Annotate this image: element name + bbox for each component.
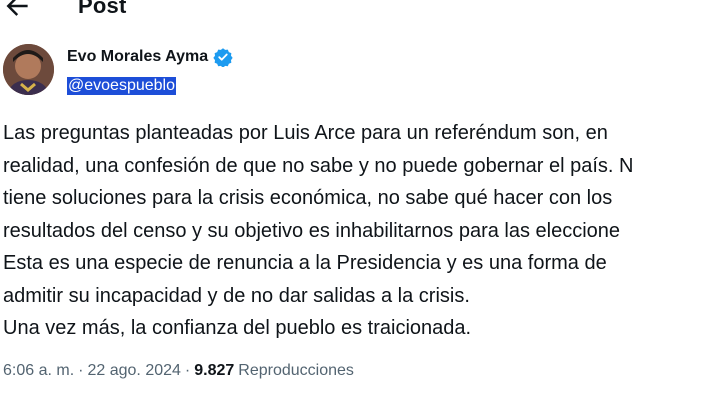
- separator: ·: [184, 362, 191, 379]
- arrow-left-icon[interactable]: [2, 0, 32, 21]
- author-handle[interactable]: @evoespueblo: [67, 77, 176, 95]
- separator: ·: [78, 362, 84, 379]
- post-text: Las preguntas planteadas por Luis Arce p…: [3, 122, 634, 339]
- view-count: 9.827: [194, 362, 235, 379]
- page-title: Post: [78, 0, 127, 18]
- avatar[interactable]: [3, 44, 54, 95]
- post-meta: 6:06 a. m. · 22 ago. 2024 · 9.827 Reprod…: [3, 362, 354, 380]
- verified-badge-icon[interactable]: [213, 47, 233, 67]
- author-name[interactable]: Evo Morales Ayma: [67, 48, 208, 66]
- author-row: Evo Morales Ayma: [67, 47, 233, 67]
- post-date[interactable]: 22 ago. 2024: [87, 362, 180, 380]
- post-time[interactable]: 6:06 a. m.: [3, 362, 74, 380]
- views-label: Reproducciones: [238, 362, 354, 379]
- top-bar: Post: [0, 0, 720, 27]
